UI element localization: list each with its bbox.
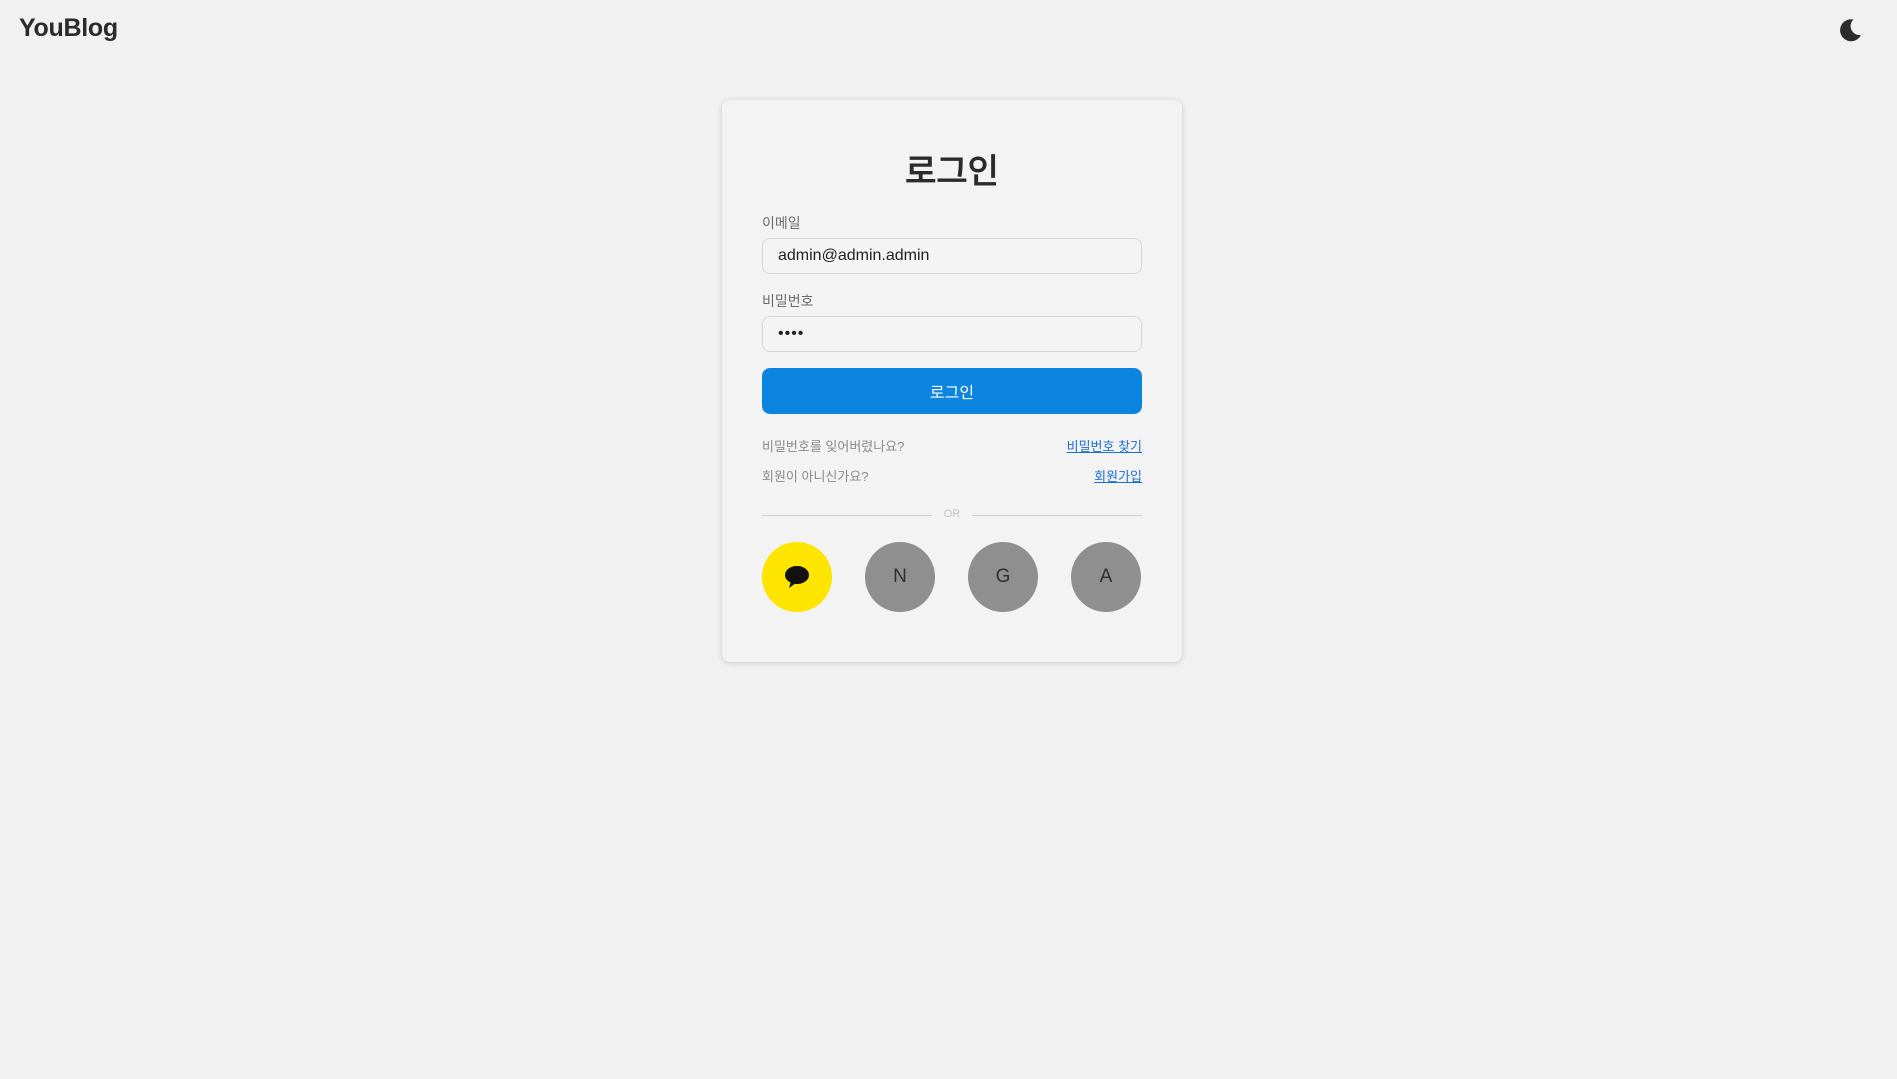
brand-logo[interactable]: YouBlog <box>19 14 118 43</box>
signup-link[interactable]: 회원가입 <box>1094 466 1142 485</box>
google-label: G <box>995 566 1011 587</box>
theme-toggle-button[interactable] <box>1836 16 1864 44</box>
moon-icon <box>1840 19 1861 42</box>
kakao-login-button[interactable] <box>762 542 832 612</box>
login-button[interactable]: 로그인 <box>762 368 1142 414</box>
kakao-chat-bubble-icon <box>785 566 809 588</box>
top-bar: YouBlog <box>0 0 1897 62</box>
apple-login-button[interactable]: A <box>1071 542 1141 612</box>
divider-line-right <box>972 515 1142 516</box>
divider-text: OR <box>943 508 961 520</box>
or-divider: OR <box>762 507 1142 523</box>
login-card: 로그인 이메일 비밀번호 로그인 비밀번호를 잊어버렸나요? 비밀번호 찾기 회… <box>722 100 1182 662</box>
email-field[interactable] <box>762 238 1142 274</box>
forgot-password-question: 비밀번호를 잊어버렸나요? <box>762 439 905 454</box>
page-title: 로그인 <box>905 153 999 191</box>
naver-login-button[interactable]: N <box>865 542 935 612</box>
forgot-password-row: 비밀번호를 잊어버렸나요? 비밀번호 찾기 <box>762 436 1142 454</box>
naver-label: N <box>893 566 907 587</box>
google-login-button[interactable]: G <box>968 542 1038 612</box>
signup-question: 회원이 아니신가요? <box>762 469 869 484</box>
email-label: 이메일 <box>762 215 801 231</box>
apple-label: A <box>1099 566 1113 587</box>
password-label: 비밀번호 <box>762 293 814 309</box>
password-field[interactable] <box>762 316 1142 352</box>
signup-row: 회원이 아니신가요? 회원가입 <box>762 466 1142 484</box>
find-password-link[interactable]: 비밀번호 찾기 <box>1067 436 1142 455</box>
